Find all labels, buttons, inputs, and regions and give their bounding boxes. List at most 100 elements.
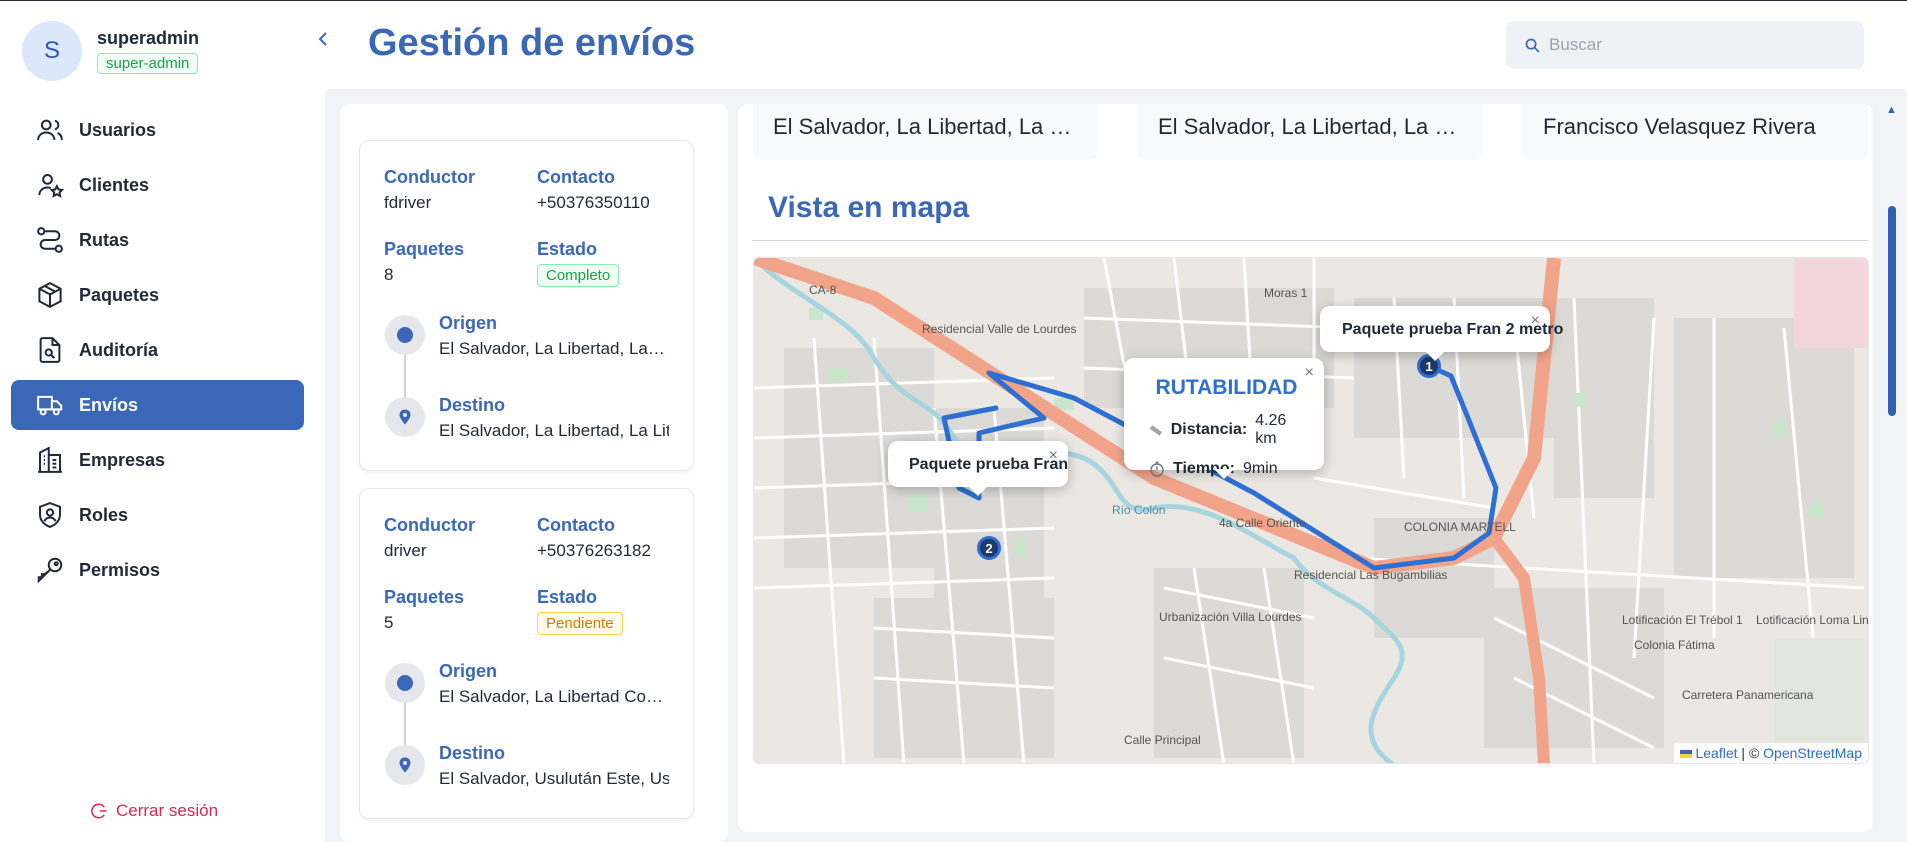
origin-label: Origen <box>439 313 498 333</box>
avatar: S <box>22 21 82 81</box>
users-icon <box>37 119 63 141</box>
close-icon[interactable]: × <box>1049 447 1058 465</box>
map-section-title: Vista en mapa <box>768 191 970 224</box>
ukraine-flag-icon <box>1680 750 1693 758</box>
close-icon[interactable]: × <box>1305 364 1314 382</box>
status-label: Estado <box>537 587 598 607</box>
sidebar: S superadmin super-admin Usuarios Client… <box>0 1 322 842</box>
scrollbar[interactable]: ▲ <box>1885 104 1899 832</box>
destination-label: Destino <box>439 395 506 415</box>
contact-value: +50376350110 <box>537 193 650 212</box>
driver-value: fdriver <box>384 193 432 212</box>
map-label: Residencial Las Bugambilias <box>1294 568 1448 582</box>
map-label: Lotificación El Trébol 1 <box>1622 613 1743 627</box>
destination-dot <box>385 397 425 437</box>
attribution-separator: | © <box>1741 745 1760 761</box>
sidebar-item-usuarios[interactable]: Usuarios <box>11 105 304 155</box>
shipment-card[interactable]: Conductor fdriver Contacto +50376350110 … <box>359 140 694 471</box>
chevron-left-icon <box>318 32 327 46</box>
scroll-thumb[interactable] <box>1888 206 1896 416</box>
sidebar-item-label: Auditoría <box>79 339 158 360</box>
key-icon <box>37 557 63 584</box>
sidebar-item-rutas[interactable]: Rutas <box>11 215 304 265</box>
contact-label: Contacto <box>537 167 615 187</box>
marker-popup-1: Paquete prueba Fran 2 metro × <box>1320 306 1564 361</box>
search-input[interactable] <box>1549 35 1849 55</box>
map-label: COLONIA MARTELL <box>1404 520 1516 534</box>
close-icon[interactable]: × <box>1531 312 1540 330</box>
sidebar-item-permisos[interactable]: Permisos <box>11 545 304 595</box>
driver-label: Conductor <box>384 515 475 535</box>
driver-value: driver <box>384 541 427 560</box>
detail-destination-box: El Salvador, La Libertad, La … <box>1138 104 1483 160</box>
sidebar-item-label: Paquetes <box>79 284 160 305</box>
sidebar-item-label: Permisos <box>79 559 161 580</box>
sidebar-item-label: Envíos <box>79 394 139 415</box>
logout-button[interactable]: Cerrar sesión <box>90 801 218 821</box>
driver-label: Conductor <box>384 167 475 187</box>
location-pin-icon <box>399 409 411 425</box>
sidebar-item-empresas[interactable]: Empresas <box>11 435 304 485</box>
route-icon <box>37 227 63 253</box>
truck-icon <box>37 395 63 416</box>
divider <box>752 240 1868 241</box>
map-label: Colonia Fátima <box>1634 638 1715 652</box>
destination-label: Destino <box>439 743 506 763</box>
search-box[interactable] <box>1506 21 1864 69</box>
destination-value: El Salvador, Usulután Este, Us <box>439 769 669 788</box>
marker-popup-2: Paquete prueba Fran × <box>888 441 1069 496</box>
stopwatch-icon <box>1150 461 1164 477</box>
sidebar-item-roles[interactable]: Roles <box>11 490 304 540</box>
role-badge: super-admin <box>97 53 199 74</box>
logout-label: Cerrar sesión <box>116 801 219 820</box>
ruler-icon <box>1149 425 1163 436</box>
map-label: Calle Principal <box>1124 733 1201 747</box>
detail-client-box: Francisco Velasquez Rivera <box>1523 104 1868 160</box>
packages-value: 8 <box>384 265 394 284</box>
sidebar-item-label: Roles <box>79 504 129 525</box>
time-value: 9min <box>1242 460 1278 477</box>
map-label: Río Colón <box>1112 503 1166 517</box>
destination-value: El Salvador, La Libertad, La Lit <box>439 421 669 440</box>
osm-link[interactable]: OpenStreetMap <box>1763 745 1862 761</box>
user-name: superadmin <box>97 28 200 48</box>
origin-value: El Salvador, La Libertad Co… <box>439 687 663 706</box>
packages-label: Paquetes <box>384 239 465 259</box>
shipment-list: Conductor fdriver Contacto +50376350110 … <box>340 104 728 842</box>
search-icon <box>1525 38 1540 52</box>
audit-file-icon <box>39 337 61 363</box>
scroll-up-icon[interactable]: ▲ <box>1886 104 1897 116</box>
shipment-card[interactable]: Conductor driver Contacto +50376263182 P… <box>359 488 694 819</box>
sidebar-item-auditoria[interactable]: Auditoría <box>11 325 304 375</box>
sidebar-item-envios[interactable]: Envíos <box>11 380 304 430</box>
logout-icon <box>91 803 107 819</box>
distance-label: Distancia: <box>1170 421 1248 438</box>
contact-value: +50376263182 <box>537 541 651 560</box>
popup-title: Paquete prueba Fran 2 metro <box>1342 321 1564 338</box>
distance-value: 4.26 km <box>1255 412 1287 447</box>
collapse-sidebar-button[interactable] <box>312 27 336 51</box>
map-label: Carretera Panamericana <box>1682 688 1814 702</box>
popup-title: Paquete prueba Fran <box>909 456 1069 473</box>
package-icon <box>38 281 62 309</box>
shipment-detail: El Salvador, La Libertad, La … El Salvad… <box>738 104 1873 832</box>
sidebar-nav: Usuarios Clientes Rutas Paquetes Auditor… <box>11 105 304 600</box>
packages-label: Paquetes <box>384 587 465 607</box>
contact-label: Contacto <box>537 515 615 535</box>
origin-value: El Salvador, La Libertad, La … <box>439 339 669 358</box>
origin-label: Origen <box>439 661 498 681</box>
status-badge: Pendiente <box>537 612 623 635</box>
map-marker-2[interactable]: 2 <box>977 536 1001 560</box>
origin-dot <box>385 663 425 703</box>
map-label: Residencial Valle de Lourdes <box>922 322 1077 336</box>
location-pin-icon <box>399 757 411 773</box>
sidebar-item-clientes[interactable]: Clientes <box>11 160 304 210</box>
map-label: Urbanización Villa Lourdes <box>1159 610 1302 624</box>
building-icon <box>38 446 62 473</box>
sidebar-item-label: Clientes <box>79 174 150 195</box>
leaflet-link[interactable]: Leaflet <box>1695 745 1737 761</box>
map-label: Lotificación Loma Linda II <box>1756 613 1869 627</box>
route-map[interactable]: Residencial Valle de Lourdes Río Colón 4… <box>753 257 1869 764</box>
shield-user-icon <box>39 502 61 528</box>
sidebar-item-paquetes[interactable]: Paquetes <box>11 270 304 320</box>
